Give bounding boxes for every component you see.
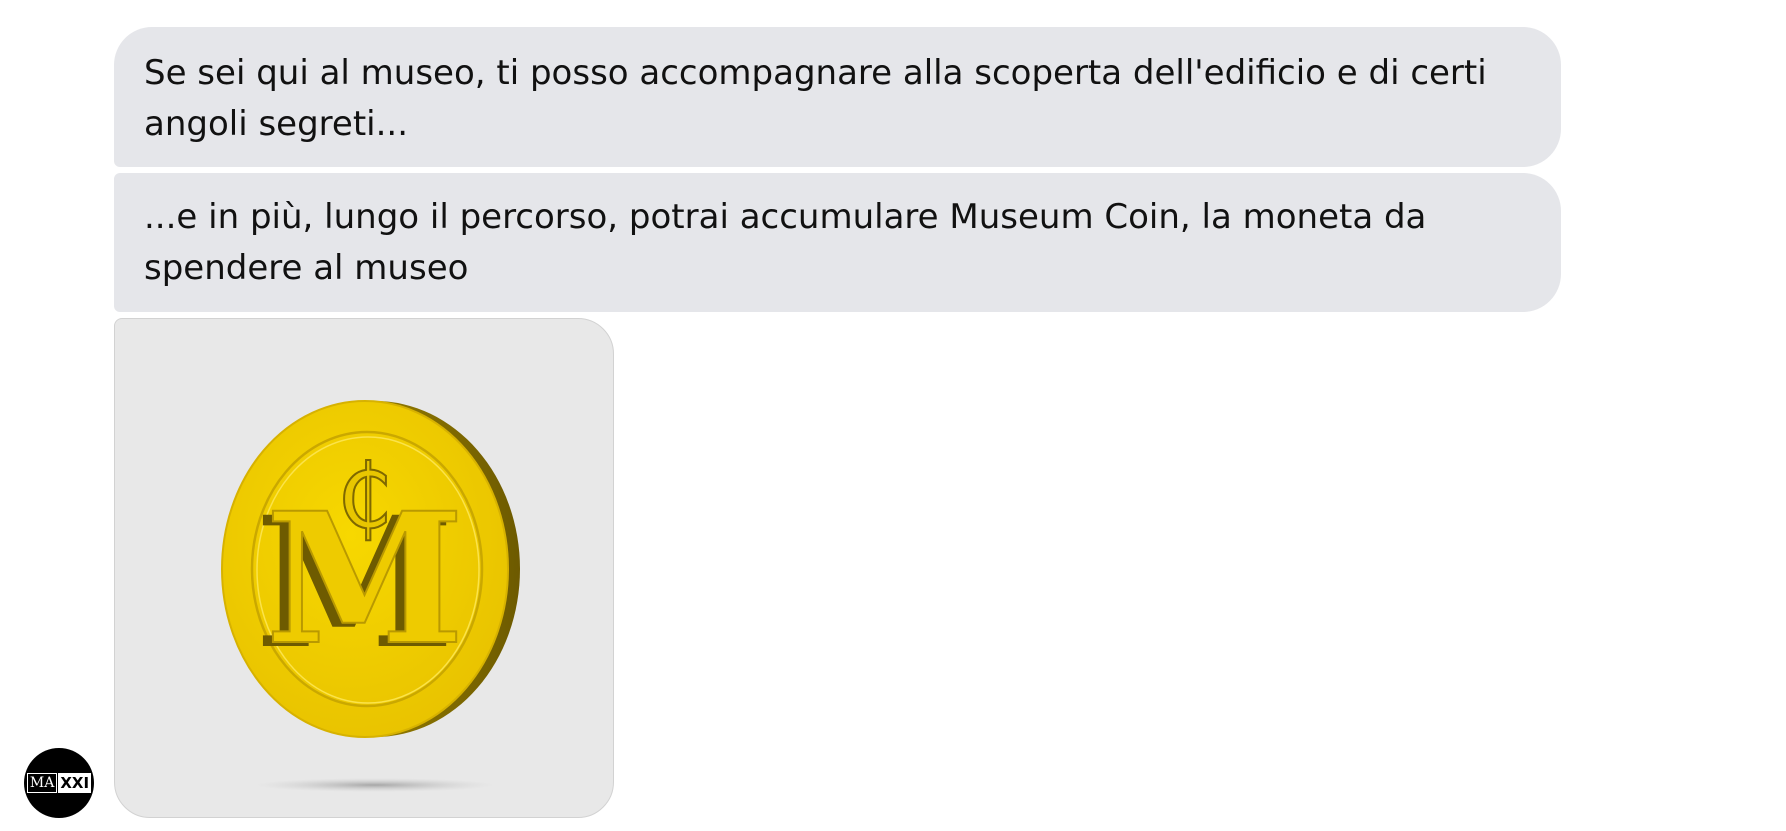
coin-currency-symbol: ₵	[337, 445, 393, 548]
chat-thread: Se sei qui al museo, ti posso accompagna…	[0, 0, 1786, 831]
coin-icon: M M ₵	[221, 400, 520, 792]
avatar-logo-right: XXI	[58, 773, 92, 793]
maxxi-avatar: MA XXI	[24, 748, 94, 818]
bot-message-bubble: ...e in più, lungo il percorso, potrai a…	[114, 173, 1561, 312]
avatar-logo-left: MA	[26, 773, 58, 793]
bot-message-bubble: Se sei qui al museo, ti posso accompagna…	[114, 27, 1561, 167]
museum-coin-image-card[interactable]: M M ₵	[114, 318, 614, 818]
message-text: ...e in più, lungo il percorso, potrai a…	[144, 197, 1427, 288]
message-text: Se sei qui al museo, ti posso accompagna…	[144, 53, 1487, 144]
coin-shadow	[255, 778, 495, 792]
